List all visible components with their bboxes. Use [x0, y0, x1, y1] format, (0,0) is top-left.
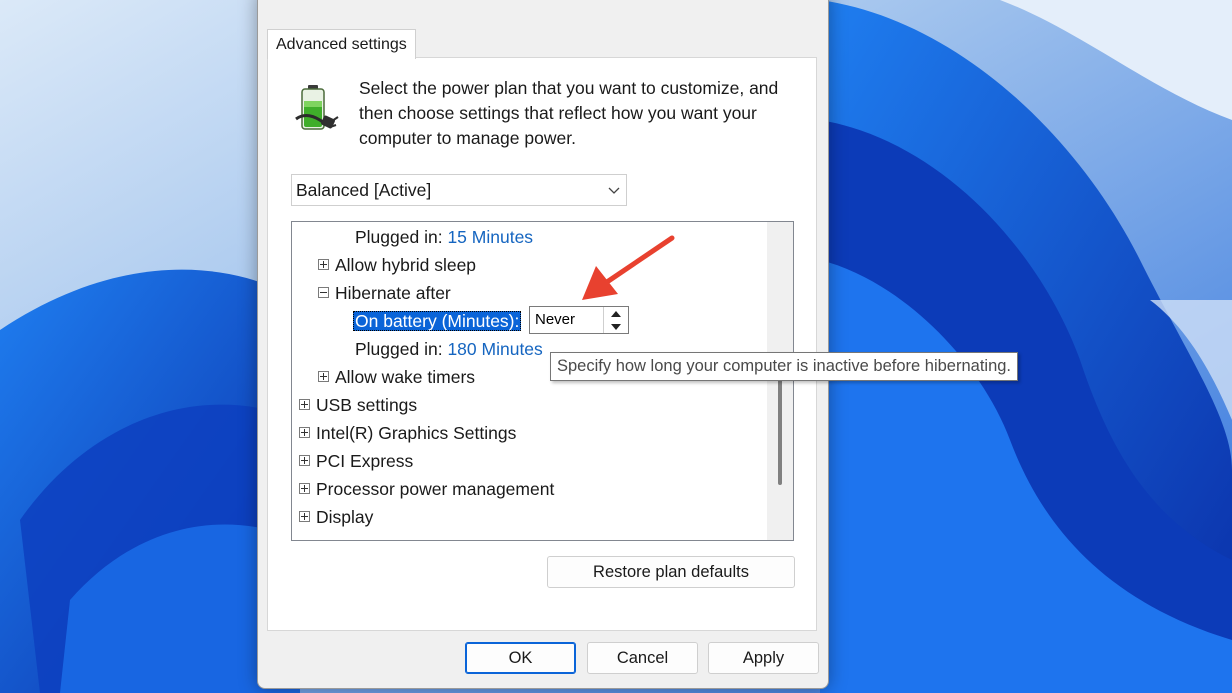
plugged-in-value-link[interactable]: 180 Minutes [447, 339, 542, 359]
power-settings-tree[interactable]: Plugged in: 15 Minutes Allow hybrid slee… [291, 221, 794, 541]
ok-button[interactable]: OK [465, 642, 576, 674]
tree-item-plugged-in[interactable]: Plugged in: 15 Minutes [355, 224, 533, 250]
tree-item-label: Processor power management [316, 479, 555, 499]
chevron-down-icon [608, 187, 620, 194]
tree-item-allow-hybrid-sleep[interactable]: Allow hybrid sleep [318, 252, 476, 278]
scrollbar-thumb[interactable] [778, 372, 782, 485]
advanced-settings-page: Select the power plan that you want to c… [267, 57, 817, 631]
tree-item-pci-express[interactable]: PCI Express [299, 448, 413, 474]
expand-icon[interactable] [299, 510, 310, 522]
apply-button[interactable]: Apply [708, 642, 819, 674]
tree-item-label: Display [316, 507, 374, 527]
expand-icon[interactable] [318, 370, 329, 382]
tree-item-hibernate-after[interactable]: Hibernate after [318, 280, 451, 306]
spin-up-icon[interactable] [604, 307, 628, 320]
tree-item-label: PCI Express [316, 451, 414, 471]
expand-icon[interactable] [299, 426, 310, 438]
tree-item-label: Allow hybrid sleep [335, 255, 477, 275]
tree-item-label: USB settings [316, 395, 418, 415]
tree-item-display[interactable]: Display [299, 504, 373, 530]
tab-advanced-settings[interactable]: Advanced settings [267, 29, 416, 59]
expand-icon[interactable] [299, 482, 310, 494]
collapse-icon[interactable] [318, 286, 329, 298]
intro-text: Select the power plan that you want to c… [359, 78, 779, 148]
tree-item-intel-graphics[interactable]: Intel(R) Graphics Settings [299, 420, 516, 446]
cancel-button[interactable]: Cancel [587, 642, 698, 674]
plugged-in-value-link[interactable]: 15 Minutes [447, 227, 533, 247]
spin-down-icon[interactable] [604, 320, 628, 333]
tree-scrollbar[interactable] [767, 222, 793, 540]
power-options-dialog: Advanced settings Select the power plan … [257, 0, 829, 689]
on-battery-minutes-spinbox[interactable]: Never [529, 306, 629, 334]
tree-item-plugged-in[interactable]: Plugged in: 180 Minutes [355, 336, 543, 362]
plugged-in-label: Plugged in: [355, 227, 443, 247]
power-options-battery-plug-icon [295, 85, 339, 130]
tree-item-allow-wake-timers[interactable]: Allow wake timers [318, 364, 475, 390]
expand-icon[interactable] [299, 454, 310, 466]
spinbox-value: Never [535, 311, 576, 328]
tree-item-label: Intel(R) Graphics Settings [316, 423, 517, 443]
hibernate-tooltip: Specify how long your computer is inacti… [550, 352, 1018, 381]
tree-item-on-battery[interactable]: On battery (Minutes): [353, 308, 522, 334]
expand-icon[interactable] [299, 398, 310, 410]
on-battery-label: On battery (Minutes): [353, 311, 522, 331]
tree-item-label: Hibernate after [335, 283, 451, 303]
plugged-in-label: Plugged in: [355, 339, 443, 359]
expand-icon[interactable] [318, 258, 329, 270]
red-annotation-arrow-icon [582, 235, 675, 300]
tree-item-usb-settings[interactable]: USB settings [299, 392, 417, 418]
tree-item-processor-power[interactable]: Processor power management [299, 476, 554, 502]
tree-item-label: Allow wake timers [335, 367, 476, 387]
power-plan-dropdown[interactable]: Balanced [Active] [291, 174, 627, 206]
power-plan-selected: Balanced [Active] [296, 180, 432, 200]
restore-plan-defaults-button[interactable]: Restore plan defaults [547, 556, 795, 588]
